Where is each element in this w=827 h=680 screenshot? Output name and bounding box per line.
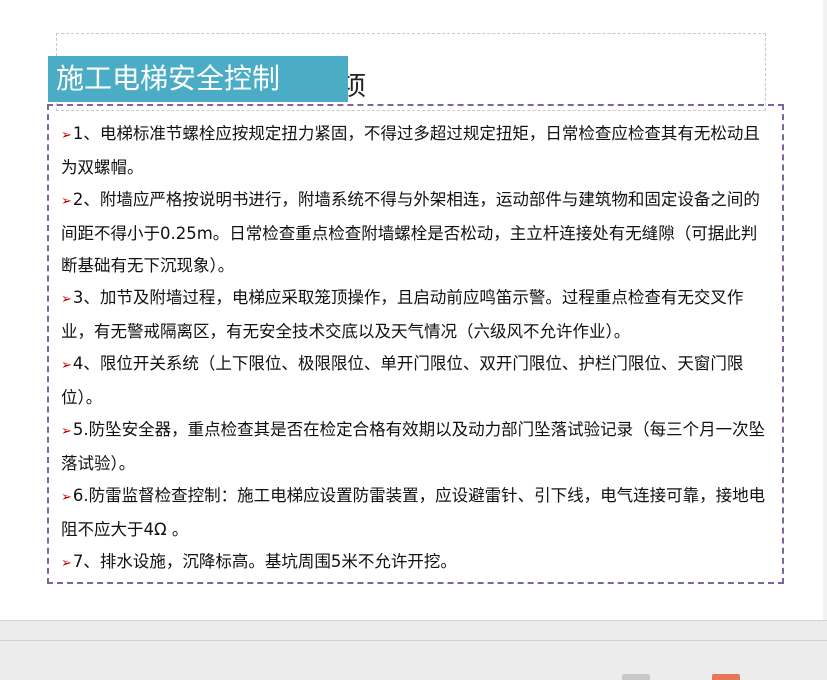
list-item-text: 3、加节及附墙过程，电梯应采取笼顶操作，且启动前应鸣笛示警。过程重点检查有无交叉… xyxy=(61,288,744,341)
list-item: ➢6.防雷监督检查控制：施工电梯应设置防雷装置，应设避雷针、引下线，电气连接可靠… xyxy=(61,480,772,546)
list-item: ➢4、限位开关系统（上下限位、极限限位、单开门限位、双开门限位、护栏门限位、天窗… xyxy=(61,348,772,414)
list-item: ➢5.防坠安全器，重点检查其是否在检定合格有效期以及动力部门坠落试验记录（每三个… xyxy=(61,414,772,480)
slide-canvas: 项 施工电梯安全控制 ➢1、电梯标准节螺栓应按规定扭力紧固，不得过多超过规定扭矩… xyxy=(0,0,827,620)
editor-right-gutter xyxy=(823,0,827,620)
list-item-text: 4、限位开关系统（上下限位、极限限位、单开门限位、双开门限位、护栏门限位、天窗门… xyxy=(61,354,744,407)
list-item: ➢3、加节及附墙过程，电梯应采取笼顶操作，且启动前应鸣笛示警。过程重点检查有无交… xyxy=(61,282,772,348)
list-item-text: 6.防雷监督检查控制：施工电梯应设置防雷装置，应设避雷针、引下线，电气连接可靠，… xyxy=(61,486,766,539)
arrow-bullet-icon: ➢ xyxy=(61,128,72,143)
arrow-bullet-icon: ➢ xyxy=(61,194,72,209)
content-textbox[interactable]: ➢1、电梯标准节螺栓应按规定扭力紧固，不得过多超过规定扭矩，日常检查应检查其有无… xyxy=(47,104,784,584)
editor-bottom-bar xyxy=(0,620,827,680)
list-item-text: 2、附墙应严格按说明书进行，附墙系统不得与外架相连，运动部件与建筑物和固定设备之… xyxy=(61,190,760,275)
title-banner[interactable]: 施工电梯安全控制 xyxy=(48,56,348,102)
arrow-bullet-icon: ➢ xyxy=(61,490,72,505)
arrow-bullet-icon: ➢ xyxy=(61,424,72,439)
arrow-bullet-icon: ➢ xyxy=(61,292,72,307)
list-item-text: 5.防坠安全器，重点检查其是否在检定合格有效期以及动力部门坠落试验记录（每三个月… xyxy=(61,420,766,473)
list-item-text: 1、电梯标准节螺栓应按规定扭力紧固，不得过多超过规定扭矩，日常检查应检查其有无松… xyxy=(61,124,760,177)
list-item: ➢1、电梯标准节螺栓应按规定扭力紧固，不得过多超过规定扭矩，日常检查应检查其有无… xyxy=(61,118,772,184)
arrow-bullet-icon: ➢ xyxy=(61,358,72,373)
slide-title: 施工电梯安全控制 xyxy=(56,62,281,95)
list-item: ➢7、排水设施，沉降标高。基坑周围5米不允许开挖。 xyxy=(61,546,772,580)
bottom-divider xyxy=(0,640,827,641)
arrow-bullet-icon: ➢ xyxy=(61,556,72,571)
list-item: ➢2、附墙应严格按说明书进行，附墙系统不得与外架相连，运动部件与建筑物和固定设备… xyxy=(61,184,772,282)
list-item-text: 7、排水设施，沉降标高。基坑周围5米不允许开挖。 xyxy=(72,552,457,571)
status-bar-button[interactable] xyxy=(622,674,650,680)
status-bar-accent-button[interactable] xyxy=(712,674,740,680)
